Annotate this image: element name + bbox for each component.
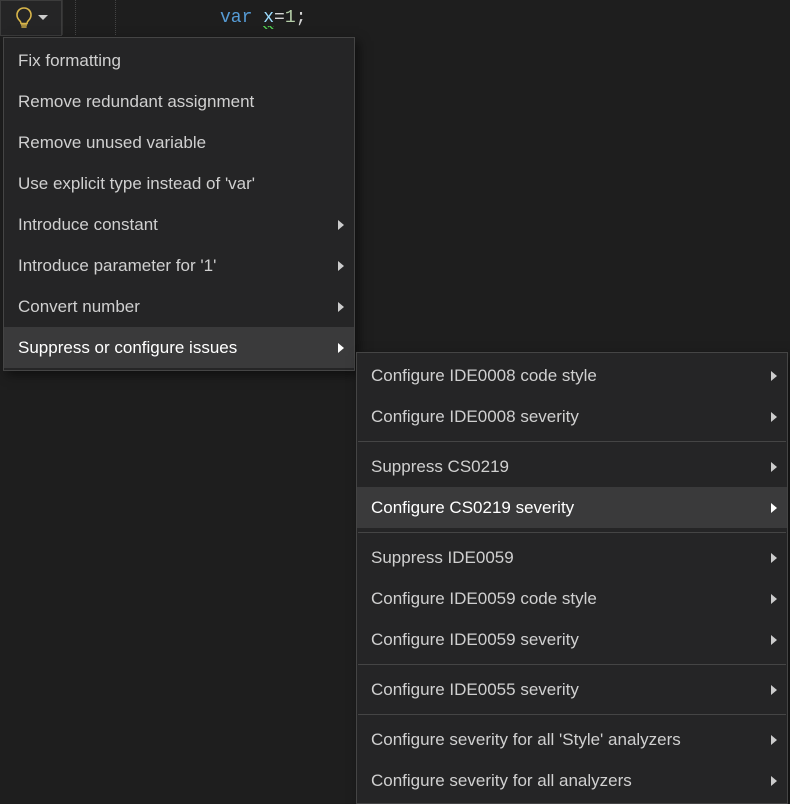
menu-item-label: Suppress CS0219 <box>371 457 509 477</box>
quick-actions-menu: Fix formatting Remove redundant assignme… <box>3 37 355 371</box>
chevron-down-icon <box>38 15 48 21</box>
code-semicolon: ; <box>296 8 307 28</box>
menu-item-label: Fix formatting <box>18 51 121 71</box>
chevron-right-icon <box>338 220 344 230</box>
chevron-right-icon <box>338 302 344 312</box>
menu-separator <box>358 441 786 442</box>
menu-item-label: Remove unused variable <box>18 133 206 153</box>
menu-item-label: Convert number <box>18 297 140 317</box>
chevron-right-icon <box>771 371 777 381</box>
chevron-right-icon <box>338 261 344 271</box>
menu-item-remove-redundant-assignment[interactable]: Remove redundant assignment <box>4 81 354 122</box>
menu-separator <box>358 664 786 665</box>
menu-item-suppress-or-configure[interactable]: Suppress or configure issues <box>4 327 354 368</box>
submenu-item-configure-all-analyzers[interactable]: Configure severity for all analyzers <box>357 760 787 801</box>
chevron-right-icon <box>771 462 777 472</box>
lightbulb-icon <box>14 7 34 29</box>
chevron-right-icon <box>771 735 777 745</box>
menu-item-label: Configure IDE0055 severity <box>371 680 579 700</box>
chevron-right-icon <box>771 776 777 786</box>
menu-item-label: Configure IDE0059 code style <box>371 589 597 609</box>
menu-item-label: Configure severity for all analyzers <box>371 771 632 791</box>
chevron-right-icon <box>771 635 777 645</box>
code-number: 1 <box>285 8 296 28</box>
code-identifier: x <box>263 8 274 28</box>
menu-item-label: Configure IDE0059 severity <box>371 630 579 650</box>
menu-item-convert-number[interactable]: Convert number <box>4 286 354 327</box>
code-keyword: var <box>220 8 252 28</box>
indent-gutter <box>62 0 212 35</box>
menu-item-label: Configure CS0219 severity <box>371 498 574 518</box>
menu-item-remove-unused-variable[interactable]: Remove unused variable <box>4 122 354 163</box>
menu-item-label: Suppress IDE0059 <box>371 548 514 568</box>
menu-item-label: Introduce parameter for '1' <box>18 256 216 276</box>
chevron-right-icon <box>771 553 777 563</box>
chevron-right-icon <box>771 685 777 695</box>
menu-item-introduce-constant[interactable]: Introduce constant <box>4 204 354 245</box>
chevron-right-icon <box>338 343 344 353</box>
menu-item-label: Suppress or configure issues <box>18 338 237 358</box>
submenu-item-configure-ide0008-severity[interactable]: Configure IDE0008 severity <box>357 396 787 437</box>
menu-item-label: Use explicit type instead of 'var' <box>18 174 255 194</box>
menu-item-label: Configure IDE0008 severity <box>371 407 579 427</box>
menu-item-label: Remove redundant assignment <box>18 92 254 112</box>
submenu-item-configure-cs0219-severity[interactable]: Configure CS0219 severity <box>357 487 787 528</box>
menu-item-fix-formatting[interactable]: Fix formatting <box>4 40 354 81</box>
menu-separator <box>358 714 786 715</box>
code-line[interactable]: var x = 1 ; <box>212 0 790 35</box>
quick-actions-button[interactable] <box>0 0 62 36</box>
menu-separator <box>358 532 786 533</box>
chevron-right-icon <box>771 412 777 422</box>
submenu-item-configure-all-style-analyzers[interactable]: Configure severity for all 'Style' analy… <box>357 719 787 760</box>
code-equals: = <box>274 8 285 28</box>
submenu-item-configure-ide0008-style[interactable]: Configure IDE0008 code style <box>357 355 787 396</box>
menu-item-label: Introduce constant <box>18 215 158 235</box>
submenu-item-suppress-ide0059[interactable]: Suppress IDE0059 <box>357 537 787 578</box>
chevron-right-icon <box>771 594 777 604</box>
menu-item-label: Configure severity for all 'Style' analy… <box>371 730 681 750</box>
suppress-configure-submenu: Configure IDE0008 code style Configure I… <box>356 352 788 804</box>
menu-item-use-explicit-type[interactable]: Use explicit type instead of 'var' <box>4 163 354 204</box>
submenu-item-configure-ide0059-severity[interactable]: Configure IDE0059 severity <box>357 619 787 660</box>
menu-item-introduce-parameter[interactable]: Introduce parameter for '1' <box>4 245 354 286</box>
submenu-item-configure-ide0059-style[interactable]: Configure IDE0059 code style <box>357 578 787 619</box>
menu-item-label: Configure IDE0008 code style <box>371 366 597 386</box>
chevron-right-icon <box>771 503 777 513</box>
editor-top-bar: var x = 1 ; <box>0 0 790 36</box>
submenu-item-suppress-cs0219[interactable]: Suppress CS0219 <box>357 446 787 487</box>
submenu-item-configure-ide0055-severity[interactable]: Configure IDE0055 severity <box>357 669 787 710</box>
